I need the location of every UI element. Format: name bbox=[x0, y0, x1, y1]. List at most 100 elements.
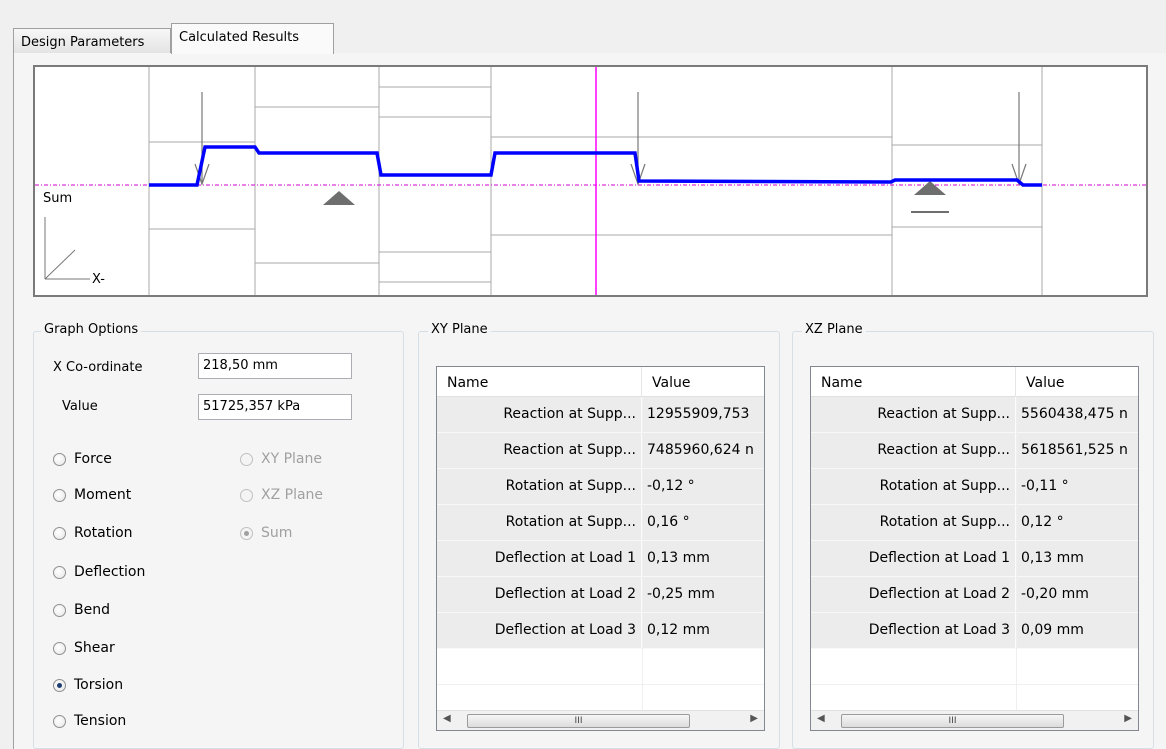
radio-bend[interactable]: Bend bbox=[53, 602, 110, 618]
radio-label: Shear bbox=[74, 640, 115, 656]
cell-value: 0,13 mm bbox=[647, 550, 710, 566]
radio-label: Moment bbox=[74, 487, 132, 503]
cell-value: -0,25 mm bbox=[647, 586, 715, 602]
cell-value: 7485960,624 n bbox=[647, 442, 754, 458]
column-header-value[interactable]: Value bbox=[642, 367, 764, 397]
empty-row bbox=[437, 649, 764, 685]
column-header-name[interactable]: Name bbox=[437, 367, 642, 397]
radio-sum[interactable]: Sum bbox=[240, 525, 292, 541]
cell-name: Deflection at Load 1 bbox=[437, 541, 642, 577]
column-header-value[interactable]: Value bbox=[1016, 367, 1138, 397]
scroll-right-icon[interactable]: ▶ bbox=[1124, 713, 1132, 724]
xz-horizontal-scrollbar[interactable]: ◀ III ▶ bbox=[811, 710, 1138, 730]
scrollbar-thumb[interactable]: III bbox=[841, 714, 1064, 728]
cell-name: Deflection at Load 2 bbox=[437, 577, 642, 613]
scroll-right-icon[interactable]: ▶ bbox=[750, 713, 758, 724]
radio-moment[interactable]: Moment bbox=[53, 487, 131, 503]
tab-bar: Design Parameters Calculated Results bbox=[0, 0, 1166, 54]
radio-dot-icon bbox=[240, 452, 253, 466]
radio-label: Deflection bbox=[74, 564, 146, 580]
table-row[interactable]: Reaction at Supp... 5618561,525 n bbox=[811, 433, 1138, 469]
cell-value: 0,16 ° bbox=[647, 514, 690, 530]
cell-value: 0,13 mm bbox=[1021, 550, 1084, 566]
radio-dot-icon bbox=[53, 714, 66, 728]
table-row[interactable]: Rotation at Supp... 0,12 ° bbox=[811, 505, 1138, 541]
load-arrows bbox=[194, 92, 1027, 186]
radio-label: Tension bbox=[74, 713, 127, 729]
scroll-left-icon[interactable]: ◀ bbox=[443, 713, 451, 724]
xy-horizontal-scrollbar[interactable]: ◀ III ▶ bbox=[437, 710, 764, 730]
cell-name: Rotation at Supp... bbox=[811, 469, 1016, 505]
column-divider bbox=[642, 397, 643, 712]
radio-dot-icon bbox=[53, 603, 66, 617]
radio-dot-icon bbox=[53, 526, 66, 540]
table-row[interactable]: Deflection at Load 3 0,12 mm bbox=[437, 613, 764, 649]
radio-label: Rotation bbox=[74, 525, 133, 541]
table-row[interactable]: Deflection at Load 1 0,13 mm bbox=[437, 541, 764, 577]
table-row[interactable]: Deflection at Load 1 0,13 mm bbox=[811, 541, 1138, 577]
xy-results-table[interactable]: Name Value Reaction at Supp... 12955909,7… bbox=[436, 366, 765, 731]
xz-results-table[interactable]: Name Value Reaction at Supp... 5560438,47… bbox=[810, 366, 1139, 731]
column-divider bbox=[1016, 397, 1017, 712]
cell-name: Deflection at Load 3 bbox=[437, 613, 642, 649]
radio-torsion[interactable]: Torsion bbox=[53, 677, 123, 693]
cell-name: Rotation at Supp... bbox=[437, 469, 642, 505]
table-row[interactable]: Reaction at Supp... 7485960,624 n bbox=[437, 433, 764, 469]
series-label: Sum bbox=[43, 191, 73, 206]
support-fixed-icon bbox=[323, 191, 355, 205]
x-coordinate-label: X Co-ordinate bbox=[53, 360, 143, 375]
table-row[interactable]: Deflection at Load 3 0,09 mm bbox=[811, 613, 1138, 649]
table-row[interactable]: Rotation at Supp... -0,12 ° bbox=[437, 469, 764, 505]
axis-indicator-icon bbox=[44, 217, 90, 280]
tab-design-parameters[interactable]: Design Parameters bbox=[13, 28, 171, 53]
table-row[interactable]: Rotation at Supp... -0,11 ° bbox=[811, 469, 1138, 505]
scroll-left-icon[interactable]: ◀ bbox=[817, 713, 825, 724]
radio-label: XZ Plane bbox=[261, 487, 324, 503]
cell-name: Deflection at Load 3 bbox=[811, 613, 1016, 649]
cell-value: -0,20 mm bbox=[1021, 586, 1089, 602]
radio-xz-plane[interactable]: XZ Plane bbox=[240, 487, 323, 503]
radio-label: XY Plane bbox=[261, 451, 322, 467]
radio-dot-icon bbox=[53, 452, 66, 466]
radio-dot-icon bbox=[53, 641, 66, 655]
radio-dot-icon bbox=[53, 565, 66, 579]
cell-name: Reaction at Supp... bbox=[811, 433, 1016, 469]
radio-shear[interactable]: Shear bbox=[53, 640, 115, 656]
radio-dot-selected-icon bbox=[240, 526, 253, 540]
cell-name: Deflection at Load 1 bbox=[811, 541, 1016, 577]
cell-value: 0,12 ° bbox=[1021, 514, 1064, 530]
shaft-graph[interactable]: Sum X- bbox=[33, 65, 1148, 297]
axis-label: X- bbox=[92, 272, 105, 287]
radio-deflection[interactable]: Deflection bbox=[53, 564, 145, 580]
x-coordinate-field[interactable]: 218,50 mm bbox=[198, 353, 352, 379]
cell-value: 0,12 mm bbox=[647, 622, 710, 638]
table-header: Name Value bbox=[437, 367, 764, 397]
value-field[interactable]: 51725,357 kPa bbox=[198, 394, 352, 420]
radio-tension[interactable]: Tension bbox=[53, 713, 126, 729]
xz-plane-title: XZ Plane bbox=[802, 322, 866, 337]
radio-label: Torsion bbox=[74, 677, 124, 693]
table-row[interactable]: Reaction at Supp... 5560438,475 n bbox=[811, 397, 1138, 433]
scrollbar-thumb[interactable]: III bbox=[467, 714, 690, 728]
empty-row bbox=[811, 649, 1138, 685]
table-row[interactable]: Rotation at Supp... 0,16 ° bbox=[437, 505, 764, 541]
support-floating-icon bbox=[911, 181, 949, 213]
cell-value: 5618561,525 n bbox=[1021, 442, 1128, 458]
radio-xy-plane[interactable]: XY Plane bbox=[240, 451, 322, 467]
table-row[interactable]: Reaction at Supp... 12955909,753 bbox=[437, 397, 764, 433]
graph-options-title: Graph Options bbox=[41, 322, 142, 337]
value-label: Value bbox=[62, 399, 98, 414]
xy-plane-title: XY Plane bbox=[428, 322, 491, 337]
cell-value: 0,09 mm bbox=[1021, 622, 1084, 638]
table-row[interactable]: Deflection at Load 2 -0,25 mm bbox=[437, 577, 764, 613]
table-header: Name Value bbox=[811, 367, 1138, 397]
radio-force[interactable]: Force bbox=[53, 451, 112, 467]
cell-name: Reaction at Supp... bbox=[811, 397, 1016, 433]
radio-dot-selected-icon bbox=[53, 678, 66, 692]
radio-rotation[interactable]: Rotation bbox=[53, 525, 133, 541]
column-header-name[interactable]: Name bbox=[811, 367, 1016, 397]
cell-name: Rotation at Supp... bbox=[437, 505, 642, 541]
tab-calculated-results[interactable]: Calculated Results bbox=[171, 23, 334, 54]
radio-dot-icon bbox=[53, 488, 66, 502]
table-row[interactable]: Deflection at Load 2 -0,20 mm bbox=[811, 577, 1138, 613]
